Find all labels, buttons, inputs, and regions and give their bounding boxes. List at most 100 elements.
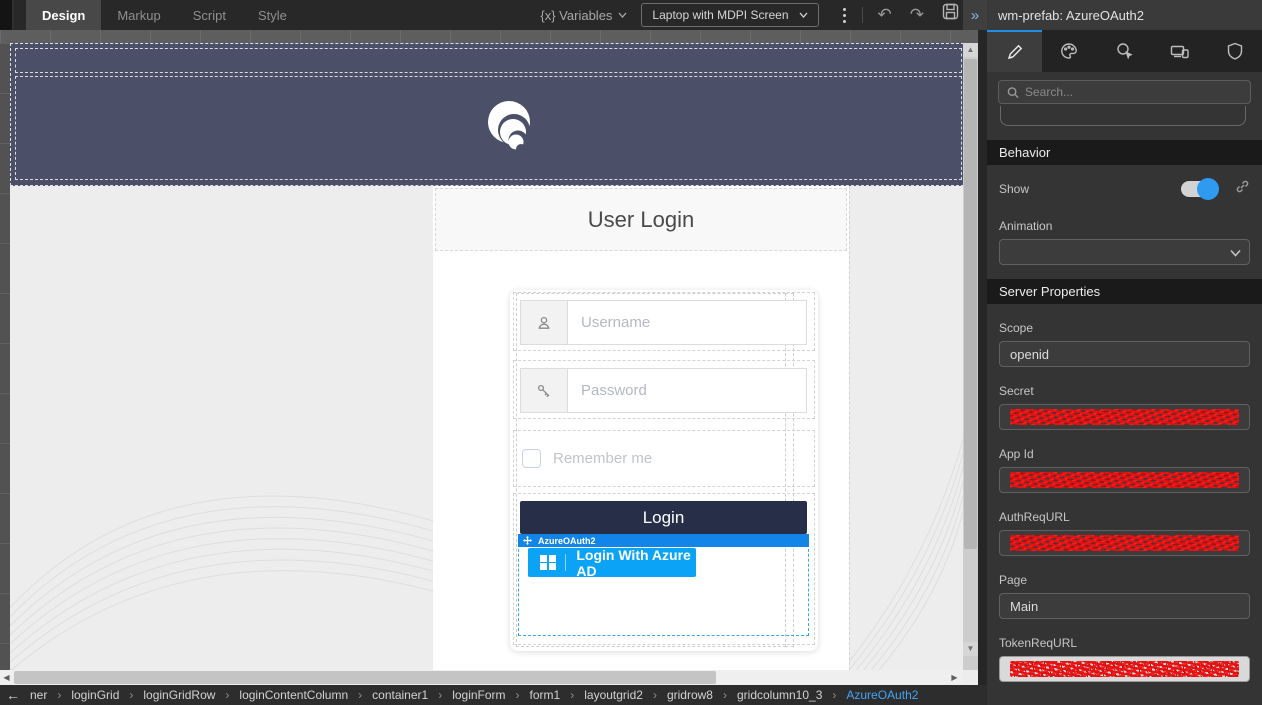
tab-devices[interactable] [1152, 30, 1207, 72]
actions-row: Login Login With Azure AD Azu [513, 493, 815, 645]
tab-design[interactable]: Design [26, 0, 101, 30]
breadcrumb-item-loginGridRow[interactable]: loginGridRow [143, 688, 215, 702]
prop-label-tokenrequrl: TokenReqURL [999, 636, 1250, 650]
breadcrumb-separator: › [570, 688, 574, 702]
prefab-selection-bar[interactable]: AzureOAuth2 [518, 534, 809, 547]
horizontal-ruler [0, 30, 987, 43]
bind-property-icon[interactable] [1235, 179, 1250, 199]
search-input[interactable] [1025, 85, 1242, 99]
tab-styles[interactable] [1042, 30, 1097, 72]
brand-logo-icon [484, 99, 536, 157]
top-toolbar: Design Markup Script Style {x} Variables… [0, 0, 987, 30]
panel-toggle-button[interactable] [0, 0, 14, 30]
animation-select[interactable] [999, 239, 1250, 265]
chevron-down-icon [1230, 249, 1241, 257]
collapse-panel-button[interactable]: » [963, 0, 987, 30]
header-main-row[interactable] [15, 76, 962, 180]
button-divider [565, 554, 566, 571]
horizontal-scroll-thumb[interactable] [14, 671, 716, 684]
animation-label: Animation [999, 219, 1250, 233]
prop-input-tokenrequrl[interactable] [999, 656, 1250, 682]
show-label: Show [999, 182, 1029, 196]
section-server-properties: Server Properties [987, 279, 1262, 304]
breadcrumb-item-gridrow8[interactable]: gridrow8 [667, 688, 713, 702]
breadcrumb-item-AzureOAuth2[interactable]: AzureOAuth2 [846, 688, 918, 702]
scroll-left-button[interactable]: ◀ [0, 670, 13, 685]
breadcrumb-item-loginGrid[interactable]: loginGrid [71, 688, 119, 702]
show-toggle[interactable] [1181, 181, 1217, 197]
tab-properties[interactable] [987, 30, 1042, 72]
pencil-icon [1005, 42, 1025, 62]
breadcrumb-separator: › [832, 688, 836, 702]
variables-dropdown[interactable]: {x} Variables [540, 8, 627, 23]
breadcrumb-separator: › [723, 688, 727, 702]
horizontal-scrollbar[interactable]: ◀ ▶ [0, 670, 963, 685]
prop-input-secret[interactable] [999, 404, 1250, 430]
redaction-scribble [1010, 535, 1239, 551]
prop-label-authrequrl: AuthReqURL [999, 510, 1250, 524]
azure-login-button[interactable]: Login With Azure AD [528, 548, 696, 577]
breadcrumb-items: ner › loginGrid › loginGridRow › loginContentC… [30, 688, 918, 702]
vertical-scrollbar[interactable]: ▲ ▼ [963, 43, 978, 670]
remember-label: Remember me [553, 450, 652, 467]
device-selector[interactable]: Laptop with MDPI Screen [641, 3, 818, 27]
header-top-row[interactable] [15, 48, 962, 73]
tab-security[interactable] [1207, 30, 1262, 72]
breadcrumb-separator: › [358, 688, 362, 702]
tab-events[interactable] [1097, 30, 1152, 72]
search-icon [1007, 86, 1019, 99]
breadcrumb-separator: › [225, 688, 229, 702]
password-input[interactable] [568, 368, 807, 413]
microsoft-icon [540, 555, 556, 571]
panel-gap [978, 30, 987, 705]
redaction-scribble [1010, 409, 1239, 425]
username-input[interactable] [568, 300, 807, 345]
server-fields: ScopeopenidSecretApp IdAuthReqURLPageMai… [987, 321, 1262, 682]
prop-label-page: Page [999, 573, 1250, 587]
login-content-column[interactable]: User Login [433, 186, 849, 670]
scroll-up-button[interactable]: ▲ [963, 43, 978, 57]
remember-checkbox[interactable] [522, 449, 541, 468]
tab-script[interactable]: Script [177, 0, 242, 30]
move-icon [523, 536, 532, 545]
breadcrumb-back-icon[interactable]: ← [6, 687, 20, 703]
column-guide-right [849, 186, 850, 670]
breadcrumb-item-ner[interactable]: ner [30, 688, 47, 702]
tab-style[interactable]: Style [242, 0, 303, 30]
undo-button[interactable]: ↶ [869, 0, 901, 30]
vertical-scroll-thumb[interactable] [964, 59, 977, 549]
breadcrumb-item-form1[interactable]: form1 [530, 688, 561, 702]
breadcrumb-item-loginForm[interactable]: loginForm [452, 688, 505, 702]
prop-input-app-id[interactable] [999, 467, 1250, 493]
scroll-down-button[interactable]: ▼ [963, 642, 978, 656]
device-selector-value: Laptop with MDPI Screen [652, 8, 788, 22]
scrolled-field-remnant [1000, 106, 1246, 126]
breadcrumb-item-gridcolumn10_3[interactable]: gridcolumn10_3 [737, 688, 822, 702]
property-search [998, 80, 1251, 104]
mode-tabs: Design Markup Script Style [26, 0, 303, 30]
login-form-card[interactable]: Remember me Login Login With Azure AD [510, 290, 818, 651]
more-options-button[interactable] [833, 8, 856, 23]
username-row [513, 292, 815, 351]
app-header[interactable] [10, 43, 963, 186]
vertical-ruler [0, 43, 10, 670]
prefab-selection-region[interactable]: Login With Azure AD [518, 534, 809, 636]
prop-input-page[interactable]: Main [999, 593, 1250, 619]
key-icon [536, 383, 552, 399]
save-icon [942, 3, 959, 20]
scroll-right-button[interactable]: ▶ [948, 670, 961, 685]
prop-input-scope[interactable]: openid [999, 341, 1250, 367]
inspect-icon [1114, 41, 1135, 61]
toolbar-divider [862, 7, 863, 23]
breadcrumb-item-loginContentColumn[interactable]: loginContentColumn [239, 688, 348, 702]
redaction-scribble [1010, 472, 1239, 488]
redo-button[interactable]: ↷ [901, 0, 933, 30]
prop-input-authrequrl[interactable] [999, 530, 1250, 556]
tab-markup[interactable]: Markup [101, 0, 176, 30]
breadcrumb-item-container1[interactable]: container1 [372, 688, 428, 702]
breadcrumb-item-layoutgrid2[interactable]: layoutgrid2 [584, 688, 643, 702]
username-icon-box [520, 300, 568, 345]
login-button[interactable]: Login [520, 501, 807, 534]
chevron-down-icon [799, 12, 808, 18]
breadcrumb-separator: › [129, 688, 133, 702]
